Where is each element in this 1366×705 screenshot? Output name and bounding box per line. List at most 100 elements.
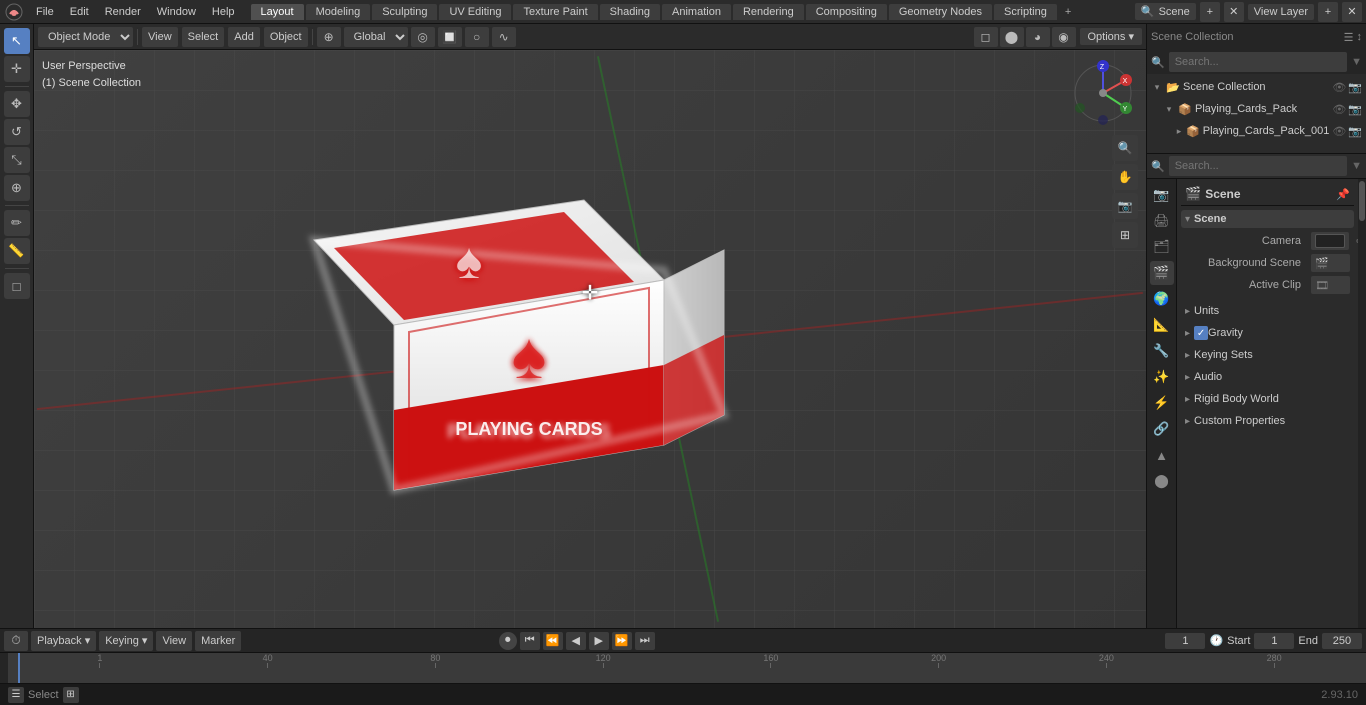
props-tab-output[interactable]: 🖨 [1150, 209, 1174, 233]
active-clip-value[interactable]: 🎞 [1311, 276, 1350, 294]
marker-menu-btn[interactable]: Marker [195, 631, 241, 651]
step-back-btn[interactable]: ⏪ [543, 632, 563, 650]
status-menu-btn[interactable]: ☰ [8, 687, 24, 703]
gravity-section-row[interactable]: ▸ ✓ Gravity [1181, 322, 1354, 344]
menu-render[interactable]: Render [97, 4, 149, 20]
tab-texture-paint[interactable]: Texture Paint [513, 4, 597, 20]
properties-scrollbar[interactable] [1358, 179, 1366, 628]
tab-animation[interactable]: Animation [662, 4, 731, 20]
keying-sets-section-row[interactable]: ▸ Keying Sets [1181, 344, 1354, 366]
navigation-gizmo[interactable]: X Y Z [1068, 58, 1138, 128]
play-back-btn[interactable]: ◀ [566, 632, 586, 650]
timeline-mode-icon[interactable]: ⏱ [4, 631, 28, 651]
props-tab-view-layer[interactable]: 🗂 [1150, 235, 1174, 259]
select-menu-btn[interactable]: Select [182, 27, 225, 47]
options-dropdown-btn[interactable]: Options ▾ [1080, 28, 1143, 45]
tree-playing-cards-pack-001[interactable]: ▸ 📦 Playing_Cards_Pack_001 👁 📷 [1147, 120, 1366, 142]
view-layer-selector[interactable]: View Layer [1248, 4, 1314, 20]
custom-props-section-row[interactable]: ▸ Custom Properties [1181, 410, 1354, 432]
pivot-point-btn[interactable]: ◎ [411, 27, 435, 47]
props-filter-icon[interactable]: ▼ [1351, 160, 1362, 172]
expand-icon-2[interactable]: ▾ [1163, 103, 1175, 115]
transform-gizmo-btn[interactable]: ⊕ [317, 27, 341, 47]
scene-selector[interactable]: 🔍 Scene [1135, 3, 1196, 20]
proportional-edit-btn[interactable]: ○ [465, 27, 489, 47]
play-fwd-btn[interactable]: ▶ [589, 632, 609, 650]
filter-icon[interactable]: ▼ [1351, 56, 1362, 68]
transform-tool-btn[interactable]: ⊕ [4, 175, 30, 201]
add-menu-btn[interactable]: Add [228, 27, 260, 47]
restrict-render-2-icon[interactable]: 📷 [1348, 103, 1362, 116]
props-tab-world[interactable]: 🌍 [1150, 287, 1174, 311]
viewport-3d[interactable]: ♠ ♠ ♠ ♠ PLAYING CARDS PLAYING CARDS [34, 50, 1146, 628]
menu-edit[interactable]: Edit [62, 4, 97, 20]
rotate-tool-btn[interactable]: ↺ [4, 119, 30, 145]
viewport-shading-wire[interactable]: ◻ [974, 27, 998, 47]
outliner-filter-btn[interactable]: ☰ [1344, 31, 1354, 44]
props-tab-physics[interactable]: ⚡ [1150, 391, 1174, 415]
tab-scripting[interactable]: Scripting [994, 4, 1057, 20]
tab-compositing[interactable]: Compositing [806, 4, 887, 20]
object-mode-dropdown[interactable]: Object Mode [38, 27, 133, 47]
playback-menu-btn[interactable]: Playback ▾ [31, 631, 96, 651]
object-menu-btn[interactable]: Object [264, 27, 308, 47]
transform-space-dropdown[interactable]: Global [344, 27, 408, 47]
walk-mode-btn[interactable]: ✋ [1112, 164, 1138, 190]
props-tab-render[interactable]: 📷 [1150, 183, 1174, 207]
add-cube-btn[interactable]: □ [4, 273, 30, 299]
move-tool-btn[interactable]: ✥ [4, 91, 30, 117]
timeline-ruler[interactable]: 1 40 80 120 160 [8, 653, 1366, 683]
view-layer-remove-btn[interactable]: ✕ [1342, 2, 1362, 22]
cursor-tool-btn[interactable]: ✛ [4, 56, 30, 82]
gravity-checkbox[interactable]: ✓ [1194, 326, 1208, 340]
restrict-render-icon[interactable]: 📷 [1348, 81, 1362, 94]
add-workspace-tab[interactable]: + [1059, 4, 1077, 20]
step-fwd-btn[interactable]: ⏩ [612, 632, 632, 650]
camera-btn[interactable]: 📷 [1112, 193, 1138, 219]
tree-playing-cards-pack[interactable]: ▾ 📦 Playing_Cards_Pack 👁 📷 [1147, 98, 1366, 120]
outliner-sort-btn[interactable]: ↕ [1357, 31, 1363, 44]
view-menu-timeline-btn[interactable]: View [156, 631, 192, 651]
viewport-shading-material[interactable]: ◕ [1026, 27, 1050, 47]
view-layer-add-btn[interactable]: + [1318, 2, 1338, 22]
camera-prop-value[interactable] [1311, 232, 1349, 250]
jump-to-start-btn[interactable]: ⏮ [520, 632, 540, 650]
tab-shading[interactable]: Shading [600, 4, 660, 20]
menu-help[interactable]: Help [204, 4, 243, 20]
scene-add-btn[interactable]: + [1200, 2, 1220, 22]
scene-remove-btn[interactable]: ✕ [1224, 2, 1244, 22]
expand-icon-3[interactable]: ▸ [1175, 125, 1183, 137]
props-tab-modifier[interactable]: 🔧 [1150, 339, 1174, 363]
props-tab-data[interactable]: ▲ [1150, 443, 1174, 467]
annotate-btn[interactable]: ✏ [4, 210, 30, 236]
viewport-shading-solid[interactable]: ⬤ [1000, 27, 1024, 47]
expand-icon[interactable]: ▾ [1151, 81, 1163, 93]
playhead[interactable] [18, 653, 20, 683]
falloff-btn[interactable]: ∿ [492, 27, 516, 47]
outliner-search-input[interactable] [1169, 52, 1347, 72]
tab-geometry-nodes[interactable]: Geometry Nodes [889, 4, 992, 20]
snapping-btn[interactable]: 🔲 [438, 27, 462, 47]
menu-file[interactable]: File [28, 4, 62, 20]
viewport-shading-render[interactable]: ◉ [1052, 27, 1076, 47]
jump-to-end-btn[interactable]: ⏭ [635, 632, 655, 650]
menu-window[interactable]: Window [149, 4, 204, 20]
keying-menu-btn[interactable]: Keying ▾ [99, 631, 153, 651]
units-section-row[interactable]: ▸ Units [1181, 300, 1354, 322]
audio-section-row[interactable]: ▸ Audio [1181, 366, 1354, 388]
props-tab-scene[interactable]: 🎬 [1150, 261, 1174, 285]
current-frame-display[interactable]: 1 [1165, 633, 1205, 649]
restrict-render-3-icon[interactable]: 📷 [1348, 125, 1362, 138]
tree-scene-collection[interactable]: ▾ 📂 Scene Collection 👁 📷 [1147, 76, 1366, 98]
background-scene-value[interactable]: 🎬 [1311, 254, 1350, 272]
tab-layout[interactable]: Layout [251, 4, 304, 20]
tab-sculpting[interactable]: Sculpting [372, 4, 437, 20]
record-btn[interactable]: ⏺ [499, 632, 517, 650]
restrict-viewport-3-icon[interactable]: 👁 [1332, 125, 1346, 138]
start-frame-display[interactable]: 1 [1254, 633, 1294, 649]
measure-btn[interactable]: 📏 [4, 238, 30, 264]
props-tab-object[interactable]: 📐 [1150, 313, 1174, 337]
properties-search-input[interactable] [1169, 156, 1347, 176]
tab-modeling[interactable]: Modeling [306, 4, 371, 20]
zoom-in-btn[interactable]: 🔍 [1112, 135, 1138, 161]
